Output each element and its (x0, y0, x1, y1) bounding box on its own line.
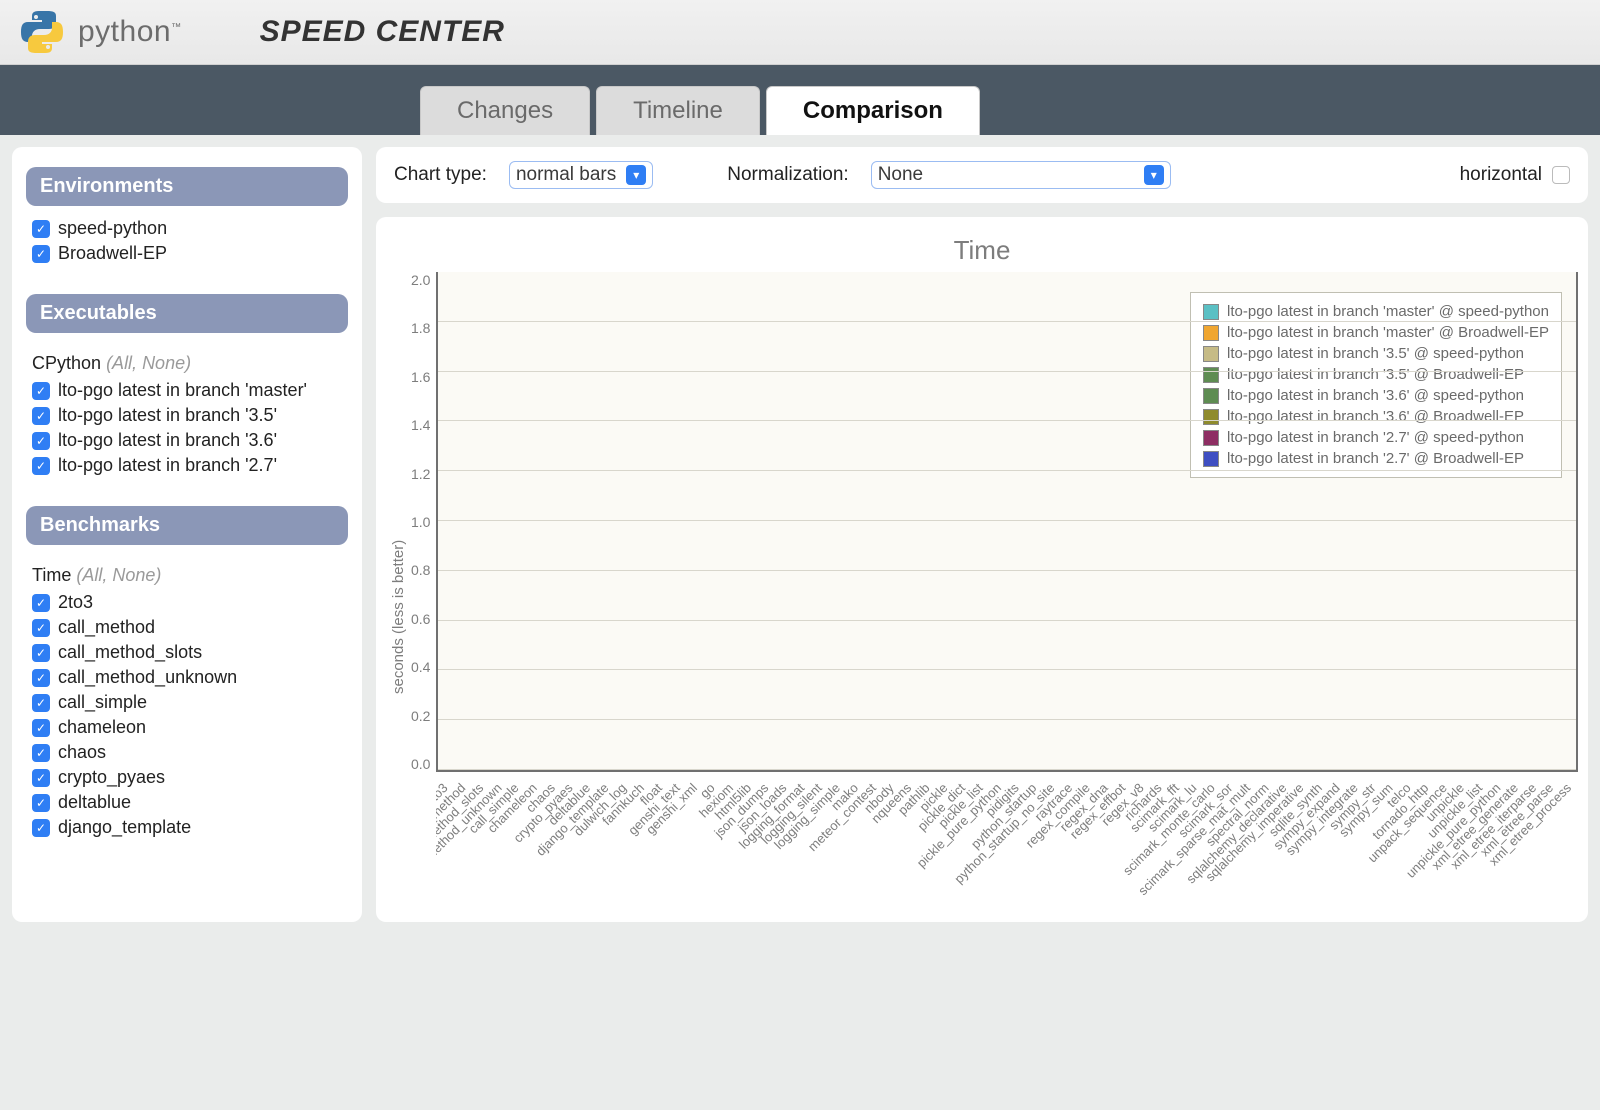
chart-type-value: normal bars (516, 164, 616, 186)
benchmark-label: call_method_unknown (58, 667, 237, 688)
y-axis-ticks: 2.01.81.61.41.21.00.80.60.40.20.0 (411, 272, 436, 812)
brand-text: python™ (78, 15, 182, 49)
sidebar: Environments ✓speed-python✓Broadwell-EP … (12, 147, 362, 922)
executable-item[interactable]: ✓ lto-pgo latest in branch '2.7' (26, 453, 348, 478)
chart-panel: Time seconds (less is better) 2.01.81.61… (376, 217, 1588, 922)
normalization-select[interactable]: None ▾ (871, 161, 1171, 189)
executable-item[interactable]: ✓ lto-pgo latest in branch '3.6' (26, 428, 348, 453)
chart-type-label: Chart type: (394, 164, 487, 186)
checkbox-icon: ✓ (32, 220, 50, 238)
benchmark-item[interactable]: ✓ 2to3 (26, 590, 348, 615)
checkbox-icon: ✓ (32, 644, 50, 662)
checkbox-icon: ✓ (32, 407, 50, 425)
checkbox-icon: ✓ (32, 432, 50, 450)
checkbox-icon: ✓ (32, 619, 50, 637)
checkbox-icon: ✓ (32, 769, 50, 787)
executables-links[interactable]: (All, None) (106, 353, 191, 373)
normalization-label: Normalization: (727, 164, 848, 186)
benchmark-label: chameleon (58, 717, 146, 738)
chevron-down-icon: ▾ (1144, 165, 1164, 185)
environment-label: speed-python (58, 218, 167, 239)
executable-label: lto-pgo latest in branch '3.5' (58, 405, 277, 426)
tab-changes[interactable]: Changes (420, 86, 590, 135)
checkbox-icon: ✓ (32, 744, 50, 762)
y-axis-label: seconds (less is better) (386, 272, 411, 922)
benchmark-item[interactable]: ✓ deltablue (26, 790, 348, 815)
benchmark-item[interactable]: ✓ call_simple (26, 690, 348, 715)
benchmark-label: call_method_slots (58, 642, 202, 663)
benchmark-label: deltablue (58, 792, 131, 813)
section-environments: Environments (26, 167, 348, 206)
normalization-value: None (878, 164, 1134, 186)
executable-item[interactable]: ✓ lto-pgo latest in branch '3.5' (26, 403, 348, 428)
benchmarks-links[interactable]: (All, None) (76, 565, 161, 585)
benchmark-label: 2to3 (58, 592, 93, 613)
benchmark-item[interactable]: ✓ call_method_slots (26, 640, 348, 665)
nav-band: ChangesTimelineComparison (0, 65, 1600, 135)
executable-label: lto-pgo latest in branch '2.7' (58, 455, 277, 476)
checkbox-icon: ✓ (32, 719, 50, 737)
benchmark-label: chaos (58, 742, 106, 763)
benchmark-label: django_template (58, 817, 191, 838)
benchmark-label: call_method (58, 617, 155, 638)
chevron-down-icon: ▾ (626, 165, 646, 185)
horizontal-label: horizontal (1460, 164, 1542, 186)
section-executables: Executables (26, 294, 348, 333)
executable-label: lto-pgo latest in branch '3.6' (58, 430, 277, 451)
horizontal-checkbox[interactable] (1552, 166, 1570, 184)
topbar: python™ SPEED CENTER (0, 0, 1600, 65)
benchmark-item[interactable]: ✓ call_method_unknown (26, 665, 348, 690)
checkbox-icon: ✓ (32, 382, 50, 400)
benchmark-item[interactable]: ✓ crypto_pyaes (26, 765, 348, 790)
chart-toolbar: Chart type: normal bars ▾ Normalization:… (376, 147, 1588, 203)
executables-group: CPython (All, None) (32, 353, 342, 374)
benchmarks-group: Time (All, None) (32, 565, 342, 586)
benchmark-item[interactable]: ✓ chameleon (26, 715, 348, 740)
tabs: ChangesTimelineComparison (420, 86, 980, 135)
app-title: SPEED CENTER (260, 15, 505, 49)
environment-item[interactable]: ✓ Broadwell-EP (26, 241, 348, 266)
checkbox-icon: ✓ (32, 819, 50, 837)
checkbox-icon: ✓ (32, 669, 50, 687)
chart-title: Time (386, 235, 1578, 266)
tab-comparison[interactable]: Comparison (766, 86, 980, 135)
benchmark-item[interactable]: ✓ chaos (26, 740, 348, 765)
x-axis-labels: 2to3call_methodcall_method_slotscall_met… (436, 772, 1578, 922)
environment-label: Broadwell-EP (58, 243, 167, 264)
checkbox-icon: ✓ (32, 794, 50, 812)
logo[interactable]: python™ (18, 8, 182, 56)
tab-timeline[interactable]: Timeline (596, 86, 760, 135)
executable-item[interactable]: ✓ lto-pgo latest in branch 'master' (26, 378, 348, 403)
checkbox-icon: ✓ (32, 694, 50, 712)
python-logo-icon (18, 8, 66, 56)
benchmark-item[interactable]: ✓ call_method (26, 615, 348, 640)
benchmark-label: call_simple (58, 692, 147, 713)
environment-item[interactable]: ✓ speed-python (26, 216, 348, 241)
benchmark-label: crypto_pyaes (58, 767, 165, 788)
benchmark-item[interactable]: ✓ django_template (26, 815, 348, 840)
checkbox-icon: ✓ (32, 594, 50, 612)
checkbox-icon: ✓ (32, 457, 50, 475)
chart-plot[interactable]: lto-pgo latest in branch 'master' @ spee… (436, 272, 1578, 772)
section-benchmarks: Benchmarks (26, 506, 348, 545)
checkbox-icon: ✓ (32, 245, 50, 263)
executable-label: lto-pgo latest in branch 'master' (58, 380, 307, 401)
chart-type-select[interactable]: normal bars ▾ (509, 161, 653, 189)
